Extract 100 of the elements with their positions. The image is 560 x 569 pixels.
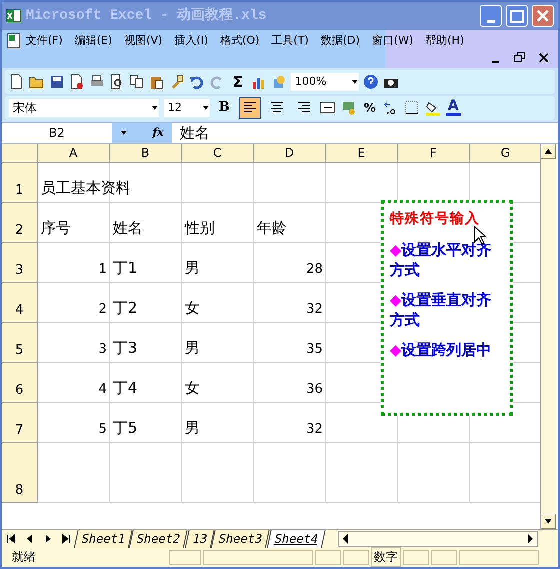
table-cell[interactable]: 3 bbox=[98, 340, 107, 359]
autosum-button[interactable]: Σ bbox=[229, 70, 248, 94]
row-header[interactable]: 3 bbox=[2, 243, 38, 283]
excel-logo-icon bbox=[6, 8, 22, 24]
column-header[interactable]: E bbox=[326, 144, 398, 163]
table-cell[interactable]: 1 bbox=[98, 260, 107, 279]
table-cell[interactable]: 男 bbox=[185, 416, 200, 439]
horizontal-scrollbar[interactable] bbox=[338, 530, 538, 546]
copy-icon[interactable] bbox=[129, 74, 145, 90]
maximize-button[interactable] bbox=[506, 5, 528, 27]
bullet-item: ◆设置垂直对齐方式 bbox=[390, 290, 493, 330]
row-header[interactable]: 2 bbox=[2, 203, 38, 243]
close-button[interactable] bbox=[532, 5, 554, 27]
menu-item[interactable]: 视图(V) bbox=[120, 32, 167, 50]
table-cell[interactable]: 28 bbox=[306, 260, 323, 279]
workbook-icon bbox=[6, 33, 22, 49]
borders-icon[interactable] bbox=[404, 100, 420, 116]
merge-center-icon[interactable] bbox=[320, 100, 336, 116]
first-sheet-icon[interactable] bbox=[6, 532, 18, 544]
column-header[interactable]: F bbox=[398, 144, 470, 163]
name-box-dropdown[interactable]: fx bbox=[112, 123, 172, 143]
menu-item[interactable]: 数据(D) bbox=[316, 32, 364, 50]
status-panel bbox=[169, 550, 201, 564]
table-cell[interactable]: 35 bbox=[306, 340, 323, 359]
table-cell[interactable]: 32 bbox=[306, 420, 323, 439]
vertical-scrollbar[interactable] bbox=[540, 144, 556, 529]
table-cell[interactable]: 男 bbox=[185, 256, 200, 279]
scroll-down-icon[interactable] bbox=[541, 514, 556, 529]
zoom-value: 100% bbox=[295, 74, 327, 90]
table-cell[interactable]: 男 bbox=[185, 336, 200, 359]
table-cell[interactable]: 5 bbox=[98, 420, 107, 439]
menu-item[interactable]: 帮助(H) bbox=[422, 32, 468, 50]
menu-item[interactable]: 窗口(W) bbox=[368, 32, 418, 50]
table-cell[interactable]: 丁1 bbox=[113, 256, 138, 279]
formula-value: 姓名 bbox=[179, 122, 210, 144]
close-icon[interactable] bbox=[538, 52, 550, 64]
cell-reference: B2 bbox=[49, 125, 65, 142]
table-cell[interactable]: 丁5 bbox=[113, 416, 138, 439]
align-left-button[interactable] bbox=[239, 97, 261, 119]
menu-item[interactable]: 工具(T) bbox=[268, 32, 313, 50]
last-sheet-icon[interactable] bbox=[60, 532, 72, 544]
column-header[interactable]: B bbox=[110, 144, 182, 163]
permission-icon[interactable] bbox=[69, 74, 85, 90]
sheet-tab[interactable]: Sheet1 bbox=[74, 530, 134, 548]
insert-function-button[interactable]: fx bbox=[152, 124, 164, 142]
menu-item[interactable]: 编辑(E) bbox=[70, 32, 116, 50]
bullet-item: ◆设置跨列居中 bbox=[390, 340, 493, 360]
sheet-tab[interactable]: Sheet3 bbox=[211, 530, 270, 548]
font-color-button[interactable]: A bbox=[446, 100, 461, 116]
table-cell[interactable]: 姓名 bbox=[113, 216, 143, 239]
sheet-tab[interactable]: Sheet2 bbox=[129, 530, 189, 548]
currency-icon[interactable] bbox=[341, 100, 357, 116]
table-cell[interactable]: 女 bbox=[185, 376, 200, 399]
menu-item[interactable]: 文件(F) bbox=[22, 32, 67, 50]
table-cell[interactable]: 性别 bbox=[185, 216, 215, 239]
bullet-item: ◆设置水平对齐方式 bbox=[390, 240, 493, 280]
table-cell[interactable]: 女 bbox=[185, 296, 200, 319]
percent-button[interactable]: % bbox=[362, 99, 378, 117]
table-cell[interactable]: 年龄 bbox=[257, 216, 287, 239]
table-cell[interactable]: 32 bbox=[306, 300, 323, 319]
corner-cell[interactable] bbox=[2, 144, 38, 163]
zoom-dropdown[interactable]: 100% bbox=[291, 73, 360, 91]
name-box[interactable]: B2 bbox=[2, 123, 112, 143]
row-header[interactable]: 4 bbox=[2, 283, 38, 323]
row-header[interactable]: 6 bbox=[2, 363, 38, 403]
table-cell[interactable]: 丁3 bbox=[113, 336, 138, 359]
table-cell[interactable]: 丁4 bbox=[113, 376, 138, 399]
table-cell[interactable]: 36 bbox=[306, 380, 323, 399]
column-header[interactable]: A bbox=[38, 144, 110, 163]
table-cell[interactable]: 员工基本资料 bbox=[41, 176, 131, 199]
table-cell[interactable]: 4 bbox=[98, 380, 107, 399]
sheet-tab[interactable]: 13 bbox=[184, 530, 216, 548]
row-header[interactable]: 1 bbox=[2, 163, 38, 203]
table-cell[interactable]: 序号 bbox=[41, 216, 71, 239]
new-document-icon[interactable] bbox=[9, 74, 25, 90]
status-panel bbox=[431, 550, 457, 564]
bold-button[interactable]: B bbox=[215, 98, 234, 118]
font-dropdown[interactable]: 宋体 bbox=[9, 99, 159, 117]
help-icon[interactable] bbox=[363, 74, 380, 90]
menu-item[interactable]: 插入(I) bbox=[170, 32, 212, 50]
font-size: 12 bbox=[168, 100, 182, 116]
column-header[interactable]: C bbox=[182, 144, 254, 163]
status-text: 就绪 bbox=[12, 549, 37, 566]
undo-icon[interactable] bbox=[189, 74, 205, 90]
scroll-up-icon[interactable] bbox=[541, 144, 556, 159]
status-panel bbox=[343, 550, 369, 564]
minimize-button[interactable] bbox=[480, 5, 502, 27]
font-size-dropdown[interactable]: 12 bbox=[164, 99, 210, 117]
row-header[interactable]: 8 bbox=[2, 443, 38, 503]
save-icon[interactable] bbox=[49, 74, 65, 90]
sheet-tab[interactable]: Sheet4 bbox=[266, 530, 326, 548]
row-header[interactable]: 7 bbox=[2, 403, 38, 443]
table-cell[interactable]: 丁2 bbox=[113, 296, 138, 319]
paste-icon[interactable] bbox=[149, 74, 165, 90]
column-header[interactable]: D bbox=[254, 144, 326, 163]
restore-icon[interactable] bbox=[514, 52, 526, 64]
table-cell[interactable]: 2 bbox=[98, 300, 107, 319]
row-header[interactable]: 5 bbox=[2, 323, 38, 363]
fill-color-icon[interactable] bbox=[425, 100, 442, 116]
menu-item[interactable]: 格式(O) bbox=[216, 32, 264, 50]
